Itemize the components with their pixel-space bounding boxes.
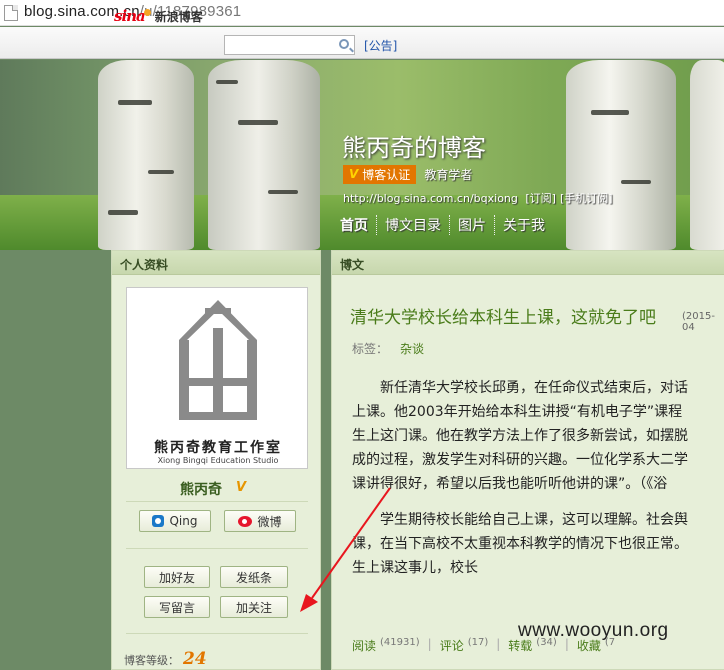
search-icon[interactable]: [339, 39, 349, 49]
article-body: 新任清华大学校长邱勇，在任命仪式结束后，对话 上课。他2003年开始给本科生讲授…: [352, 376, 724, 580]
page-icon: [4, 5, 18, 21]
article-date: (2015-04: [682, 311, 715, 333]
blog-level-value: 24: [183, 649, 207, 669]
sina-blog-logo[interactable]: sina 新浪博客: [114, 7, 203, 25]
blog-url-line: http://blog.sina.com.cn/bqxiong [订阅] [手机订…: [343, 190, 617, 206]
paragraph-line: 生上课这事儿，校长: [352, 560, 478, 576]
watermark: www.wooyun.org: [518, 620, 669, 641]
paragraph-line: 生上这门课。他在教学方法上作了很多新尝试，如摆脱: [352, 428, 688, 444]
avatar-caption-cn: 熊丙奇教育工作室: [154, 440, 282, 456]
blog-certification: V 博客认证 教育学者: [343, 164, 473, 184]
comment-count: (17): [467, 637, 489, 648]
paragraph-line: 新任清华大学校长邱勇，在任命仪式结束后，对话: [380, 380, 688, 396]
read-count-label[interactable]: 阅读: [352, 637, 376, 654]
divider: [126, 548, 308, 549]
notice-link[interactable]: [公告]: [364, 37, 397, 54]
verified-v-icon: V: [236, 480, 247, 495]
sina-top-nav: [0, 27, 724, 59]
birch-trunk: [208, 60, 320, 250]
author-role: 教育学者: [424, 167, 473, 182]
tab-pictures[interactable]: 图片: [449, 215, 494, 235]
blog-url[interactable]: http://blog.sina.com.cn/bqxiong: [343, 192, 518, 205]
article-panel: 博文 清华大学校长给本科生上课，这就免了吧 标签： 杂谈 新任清华大学校长邱勇，在…: [331, 250, 724, 670]
avatar[interactable]: 熊丙奇教育工作室 Xiong Bingqi Education Studio: [126, 287, 308, 469]
follow-button[interactable]: 加关注: [220, 596, 288, 618]
blog-level: 博客等级： 24: [124, 649, 207, 669]
blog-nav: 首页 博文目录 图片 关于我: [340, 215, 553, 235]
paragraph-line: 学生期待校长能给自己上课，这可以理解。社会舆: [380, 512, 688, 528]
weibo-button[interactable]: 微博: [224, 510, 296, 532]
paragraph-line: 成的过程，激发学生对科研的兴趣。一位化学系大二学: [352, 452, 688, 468]
tag-link[interactable]: 杂谈: [400, 342, 424, 356]
blog-title[interactable]: 熊丙奇的博客: [342, 128, 486, 163]
address-bar[interactable]: blog.sina.com.cn/u/1187989361: [0, 0, 724, 26]
birch-trunk: [690, 60, 724, 250]
paragraph-line: 上课。他2003年开始给本科生讲授“有机电子学”课程: [352, 404, 683, 420]
leave-message-button[interactable]: 写留言: [144, 596, 210, 618]
sina-eye-icon: [143, 8, 151, 16]
qing-button[interactable]: Qing: [139, 510, 211, 532]
sina-blog-logo-cn: 新浪博客: [154, 9, 203, 24]
search-input[interactable]: [224, 35, 355, 55]
add-friend-button[interactable]: 加好友: [144, 566, 210, 588]
send-note-button[interactable]: 发纸条: [220, 566, 288, 588]
article-tags: 标签： 杂谈: [352, 342, 425, 356]
divider: [126, 501, 308, 502]
tab-about[interactable]: 关于我: [494, 215, 553, 235]
certified-badge[interactable]: V 博客认证: [343, 164, 417, 184]
birch-trunk: [566, 60, 676, 250]
qing-icon: [152, 515, 165, 527]
subscribe-link[interactable]: [订阅]: [525, 192, 556, 205]
weibo-icon: [238, 515, 253, 527]
birch-trunk: [98, 60, 194, 250]
verified-v-icon: V: [349, 167, 359, 181]
avatar-caption-en: Xiong Bingqi Education Studio: [157, 456, 279, 465]
profile-panel: 个人资料 熊丙奇教育工作室 Xiong Bingqi Education Stu…: [111, 250, 321, 670]
tab-home[interactable]: 首页: [340, 215, 376, 235]
paragraph-line: 课，在当下高校不太重视本科教学的情况下也很正常。: [352, 536, 688, 552]
read-count: (41931): [380, 637, 420, 648]
profile-name[interactable]: 熊丙奇: [180, 479, 222, 499]
profile-panel-title: 个人资料: [112, 251, 320, 275]
divider: [126, 633, 308, 634]
article-panel-title: 博文: [332, 251, 724, 275]
sina-logo-text: sina: [114, 7, 146, 25]
article-title[interactable]: 清华大学校长给本科生上课，这就免了吧: [350, 303, 656, 328]
mobile-subscribe-link[interactable]: [手机订阅]: [560, 192, 613, 205]
tab-article-list[interactable]: 博文目录: [376, 215, 449, 235]
paragraph-line: 课讲得很好，希望以后我也能听听他讲的课”。（《浴: [352, 476, 668, 492]
comment-link[interactable]: 评论: [440, 637, 464, 654]
